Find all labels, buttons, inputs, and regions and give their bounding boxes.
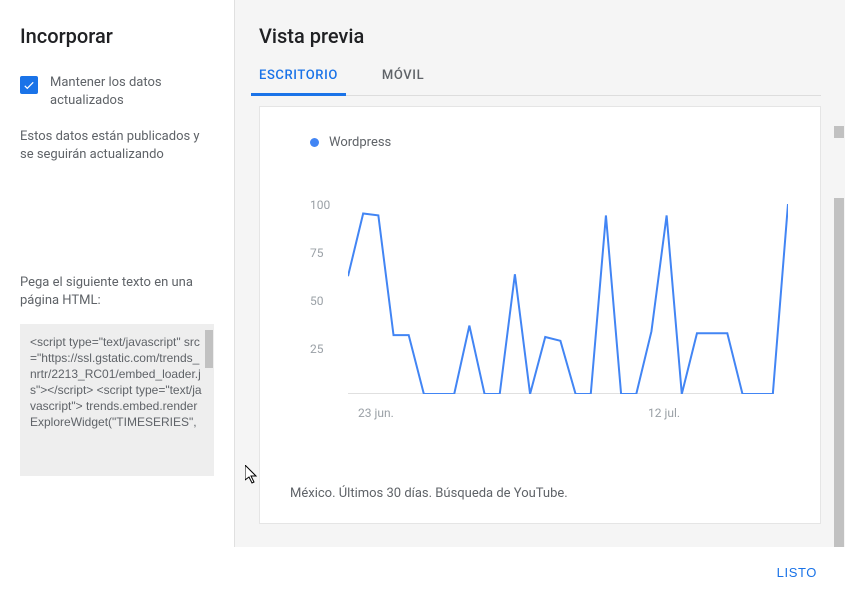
embed-code-text: <script type="text/javascript" src="http…	[30, 335, 202, 429]
y-tick-100: 100	[310, 198, 330, 212]
x-axis-labels: 23 jun. 12 jul.	[348, 406, 774, 426]
y-tick-50: 50	[310, 294, 324, 308]
tab-mobile[interactable]: MÓVIL	[382, 68, 424, 95]
chart-series-line	[348, 204, 788, 394]
preview-title: Vista previa	[259, 24, 845, 48]
legend-series-label: Wordpress	[329, 135, 391, 150]
tab-desktop[interactable]: ESCRITORIO	[259, 68, 338, 95]
x-tick-1: 23 jun.	[358, 406, 394, 420]
keep-updated-checkbox[interactable]	[20, 76, 38, 94]
chart-legend: Wordpress	[260, 107, 820, 150]
chart-plot	[348, 204, 774, 394]
preview-pane: Vista previa ESCRITORIO MÓVIL Wordpress …	[234, 0, 845, 547]
y-tick-25: 25	[310, 342, 324, 356]
x-tick-2: 12 jul.	[648, 406, 680, 420]
ready-button[interactable]: LISTO	[777, 565, 817, 580]
preview-scrollbar-thumb[interactable]	[834, 198, 844, 547]
tabs: ESCRITORIO MÓVIL	[259, 68, 821, 96]
embed-code-box[interactable]: <script type="text/javascript" src="http…	[20, 324, 214, 476]
preview-scrollbar[interactable]	[831, 10, 845, 547]
sidebar-title: Incorporar	[20, 24, 214, 48]
chart-line-svg	[348, 204, 788, 394]
check-icon	[22, 78, 36, 92]
sidebar: Incorporar Mantener los datos actualizad…	[0, 0, 234, 547]
chart-area: 100 75 50 25 23 jun. 12 jul.	[260, 150, 820, 426]
preview-body: Wordpress 100 75 50 25 23 jun. 12 jul. M…	[259, 106, 821, 524]
codebox-scrollbar[interactable]	[204, 324, 214, 476]
codebox-scrollbar-thumb[interactable]	[205, 330, 213, 368]
keep-updated-label: Mantener los datos actualizados	[50, 74, 214, 110]
preview-scrollbar-marker[interactable]	[834, 126, 844, 138]
info-text: Estos datos están publicados y se seguir…	[20, 128, 214, 164]
bottom-bar: LISTO	[0, 547, 845, 597]
legend-dot-icon	[310, 138, 319, 147]
y-tick-75: 75	[310, 246, 324, 260]
paste-label: Pega el siguiente texto en una página HT…	[20, 274, 214, 310]
chart-footer-text: México. Últimos 30 días. Búsqueda de You…	[290, 486, 568, 501]
